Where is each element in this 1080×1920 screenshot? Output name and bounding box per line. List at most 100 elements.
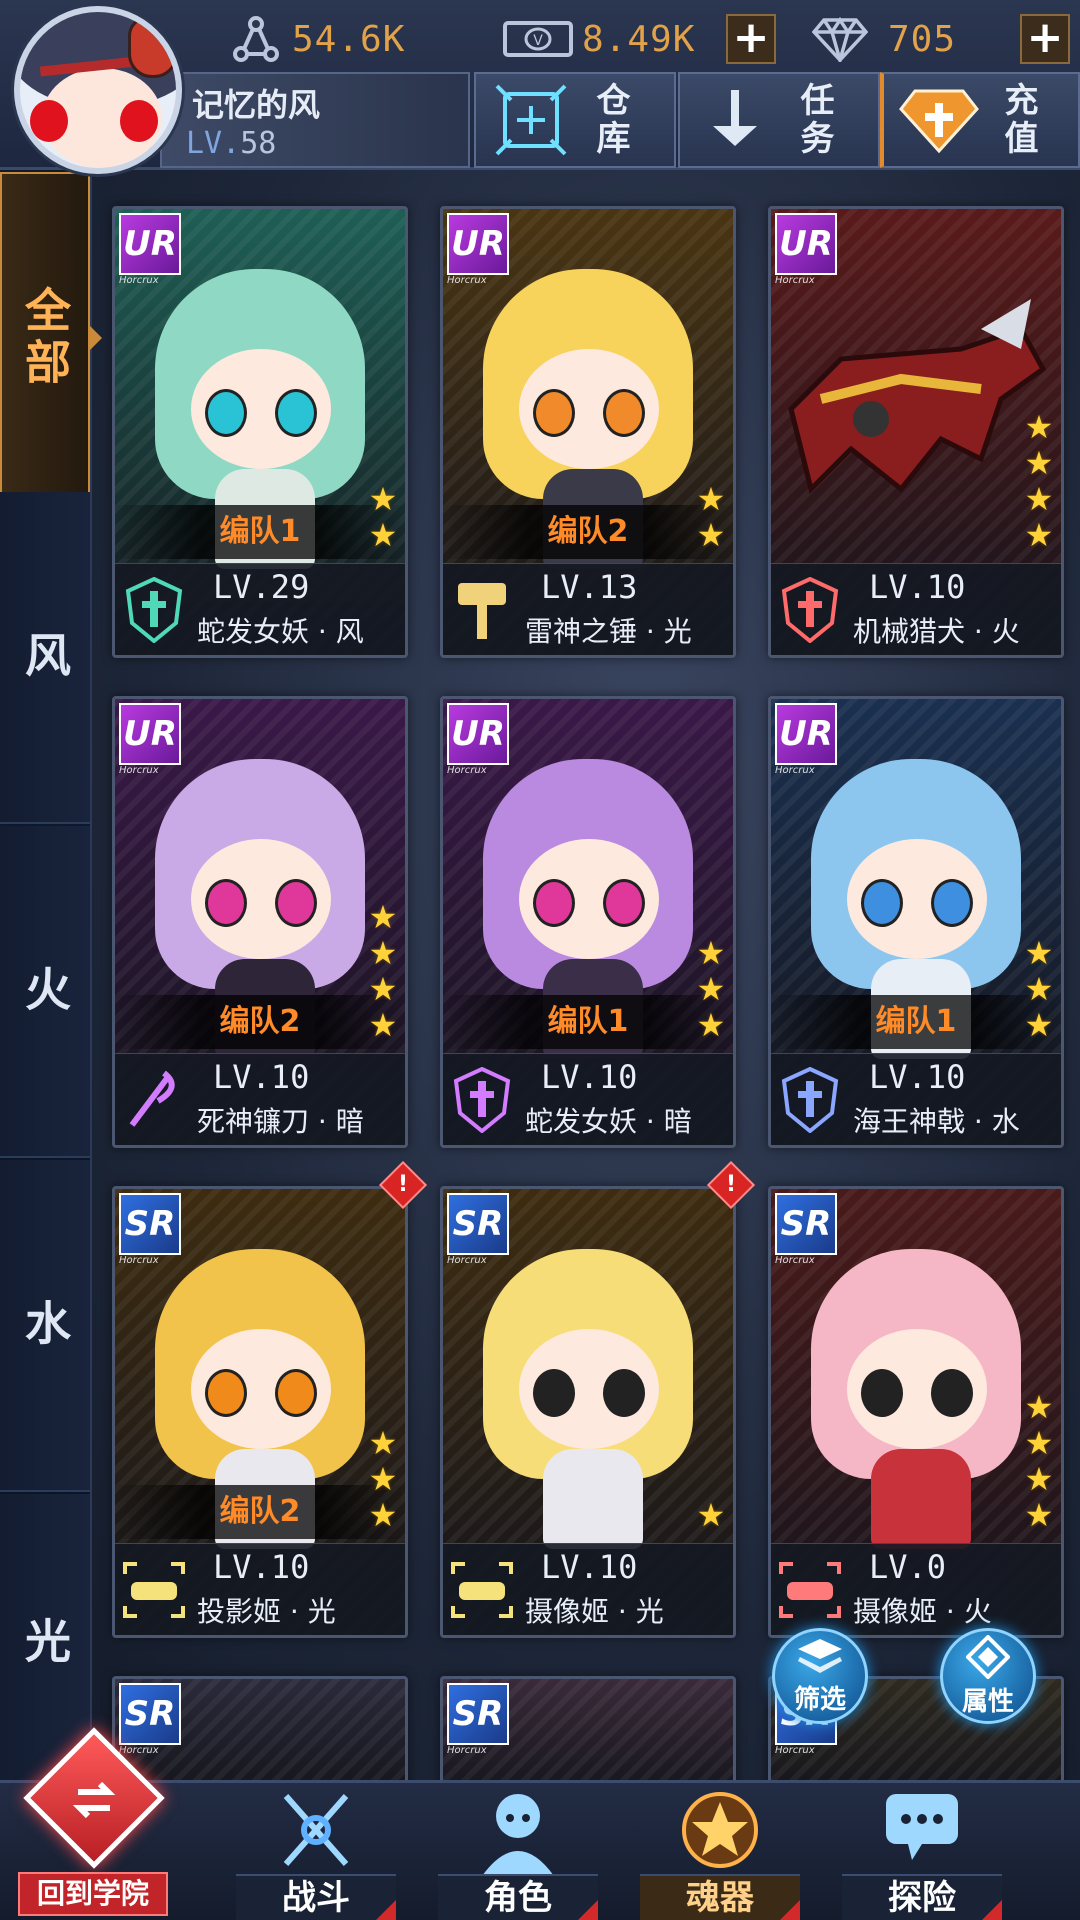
rarity-sublabel: Horcrux (775, 1745, 815, 1756)
filter-label: 风 (18, 631, 72, 683)
cash-resource: V 8.49K (502, 14, 695, 64)
character-art (811, 1249, 1021, 1549)
nav-battle-label: 战斗 (236, 1874, 396, 1920)
item-level: LV.10 (869, 568, 966, 606)
star-rating: ★ ★ ★ ★ (367, 901, 399, 1041)
recharge-button[interactable]: 充值 (880, 72, 1080, 168)
nav-explore[interactable]: 探险 (842, 1786, 1002, 1920)
item-card[interactable]: SR Horcrux (440, 1676, 736, 1796)
attribute-button[interactable]: 属性 (940, 1628, 1036, 1724)
crossed-swords-icon (283, 1794, 349, 1866)
item-info: LV.10 机械猎犬 · 火 (771, 563, 1061, 655)
star-icon: ★ (1024, 970, 1054, 1008)
svg-text:V: V (533, 33, 543, 49)
item-card[interactable]: UR Horcrux 编队2 ★ ★ LV.13 雷神之锤 · 光 (440, 206, 736, 658)
item-card[interactable]: UR Horcrux ★ ★ ★ ★ LV.10 机械猎犬 · 火 (768, 206, 1064, 658)
star-icon: ★ (368, 516, 398, 554)
rarity-sublabel: Horcrux (119, 1255, 159, 1266)
item-card[interactable]: UR Horcrux 编队2 ★ ★ ★ ★ LV.10 死神镰刀 · 暗 (112, 696, 408, 1148)
rarity-label: SR (447, 1193, 509, 1255)
projector-icon (777, 1554, 843, 1626)
nav-soulware[interactable]: 魂器 (640, 1786, 800, 1920)
cash-value: 8.49K (582, 18, 696, 60)
star-icon: ★ (368, 480, 398, 518)
item-card[interactable]: UR Horcrux 编队1 ★ ★ ★ LV.10 蛇发女妖 · 暗 (440, 696, 736, 1148)
cross-shield-icon (777, 1064, 843, 1136)
filter-label: 光 (18, 1617, 72, 1669)
player-info-panel[interactable]: 记忆的风 LV.58 (160, 72, 470, 168)
recharge-label: 充值 (998, 82, 1038, 158)
quests-button[interactable]: 任务 (678, 72, 880, 168)
item-name: 海王神戟 · 水 (853, 1105, 1020, 1138)
filter-button[interactable]: 筛选 (772, 1628, 868, 1724)
attribute-icon (966, 1634, 1010, 1679)
item-name: 机械猎犬 · 火 (853, 615, 1020, 648)
star-rating: ★ ★ ★ ★ (1023, 411, 1055, 551)
filter-tab-fire[interactable]: 火 (0, 826, 90, 1158)
item-level: LV.0 (869, 1548, 947, 1586)
rarity-badge: SR Horcrux (119, 1193, 183, 1266)
warehouse-button[interactable]: 仓库 (474, 72, 676, 168)
star-icon: ★ (1024, 444, 1054, 482)
rarity-sublabel: Horcrux (119, 765, 159, 776)
player-avatar[interactable] (14, 6, 182, 174)
back-to-academy-button[interactable]: 回到学院 (18, 1727, 168, 1916)
item-card[interactable]: UR Horcrux 编队1 ★ ★ LV.29 蛇发女妖 · 风 (112, 206, 408, 658)
filter-label: 全部 (18, 286, 72, 390)
power-value: 54.6K (292, 18, 406, 60)
rarity-badge: UR Horcrux (447, 213, 511, 286)
star-icon: ★ (696, 1006, 726, 1044)
item-level: LV.10 (541, 1058, 638, 1096)
rarity-sublabel: Horcrux (775, 1255, 815, 1266)
filter-button-label: 筛选 (793, 1684, 846, 1715)
rarity-sublabel: Horcrux (447, 765, 487, 776)
star-icon: ★ (1024, 1424, 1054, 1462)
star-icon: ★ (1024, 1388, 1054, 1426)
item-card[interactable]: SR Horcrux ★ LV.10 摄像姬 · 光 (440, 1186, 736, 1638)
rarity-label: UR (447, 703, 509, 765)
cross-shield-icon (449, 1064, 515, 1136)
star-icon: ★ (368, 1496, 398, 1534)
filter-tab-water[interactable]: 水 (0, 1160, 90, 1492)
star-icon: ★ (1024, 480, 1054, 518)
rarity-label: SR (119, 1193, 181, 1255)
team-label: 编队2 (115, 1485, 405, 1539)
star-icon: ★ (368, 934, 398, 972)
nav-character[interactable]: 角色 (438, 1786, 598, 1920)
rarity-badge: UR Horcrux (775, 213, 839, 286)
nav-character-label: 角色 (438, 1874, 598, 1920)
rarity-label: SR (775, 1193, 837, 1255)
filter-tab-wind[interactable]: 风 (0, 492, 90, 824)
item-info: LV.0 摄像姬 · 火 (771, 1543, 1061, 1635)
rarity-label: SR (119, 1683, 181, 1745)
filter-tab-all[interactable]: 全部 (0, 172, 102, 504)
item-name: 摄像姬 · 火 (853, 1595, 992, 1628)
nav-battle[interactable]: 战斗 (236, 1786, 396, 1920)
item-name: 死神镰刀 · 暗 (197, 1105, 364, 1138)
star-icon: ★ (696, 970, 726, 1008)
diamond-value: 705 (888, 18, 957, 60)
team-label: 编队1 (443, 995, 733, 1049)
rarity-label: UR (447, 213, 509, 275)
rarity-badge: SR Horcrux (447, 1683, 511, 1756)
network-icon (228, 14, 284, 64)
team-label: 编队1 (115, 505, 405, 559)
item-card[interactable]: UR Horcrux 编队1 ★ ★ ★ LV.10 海王神戟 · 水 (768, 696, 1064, 1148)
warehouse-label: 仓库 (590, 82, 630, 158)
item-card[interactable]: SR Horcrux ★ ★ ★ ★ LV.0 摄像姬 · 火 (768, 1186, 1064, 1638)
nav-corner-marker (578, 1900, 598, 1920)
attribute-button-label: 属性 (961, 1686, 1014, 1717)
add-diamond-button[interactable]: + (1020, 14, 1070, 64)
rarity-label: UR (119, 703, 181, 765)
star-icon: ★ (1024, 1460, 1054, 1498)
swap-arrows-icon (72, 1781, 116, 1819)
rarity-sublabel: Horcrux (775, 765, 815, 776)
item-level: LV.10 (213, 1548, 310, 1586)
filter-label: 水 (18, 1299, 72, 1351)
rarity-badge: UR Horcrux (775, 703, 839, 776)
rarity-badge: SR Horcrux (447, 1193, 511, 1266)
nav-explore-label: 探险 (842, 1874, 1002, 1920)
item-card[interactable]: SR Horcrux 编队2 ★ ★ ★ LV.10 投影姬 · 光 (112, 1186, 408, 1638)
add-cash-button[interactable]: + (726, 14, 776, 64)
rarity-sublabel: Horcrux (447, 1255, 487, 1266)
